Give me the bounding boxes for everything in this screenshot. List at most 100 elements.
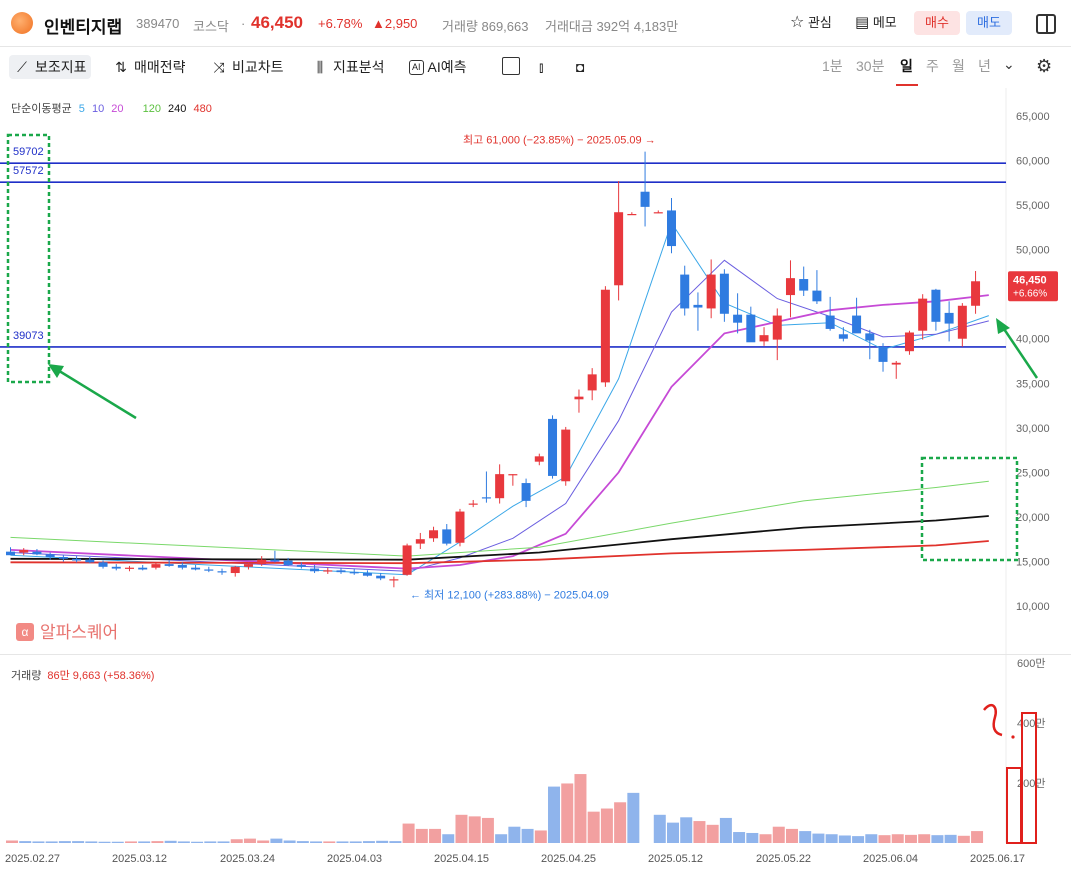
volume-bar xyxy=(534,830,547,843)
period-day[interactable]: 일 xyxy=(900,56,913,76)
indicators-button[interactable]: ⟋ 보조지표 xyxy=(9,55,91,79)
candle-body xyxy=(230,566,240,574)
candle-body xyxy=(296,565,306,567)
candle-body xyxy=(72,558,82,561)
volume-bar xyxy=(45,841,58,843)
volume-bar xyxy=(402,823,415,843)
candle-body xyxy=(191,567,201,570)
last-price-pct: +6.66% xyxy=(1013,288,1047,299)
period-1min[interactable]: 1분 xyxy=(822,56,843,76)
volume-bar xyxy=(58,841,71,843)
volume-bar xyxy=(548,786,561,843)
volume-bar xyxy=(429,828,442,843)
volume-bar xyxy=(230,839,243,843)
volume-bar xyxy=(217,841,230,843)
volume-bar xyxy=(891,834,904,843)
period-week[interactable]: 주 xyxy=(926,56,939,76)
candle-body xyxy=(415,539,425,544)
volume-bar xyxy=(310,841,323,843)
candle-body xyxy=(574,396,584,400)
candle-body xyxy=(746,314,756,343)
price-chart[interactable]: 65,00060,00055,00050,00045,00040,00035,0… xyxy=(0,88,1071,654)
volume-bar xyxy=(362,841,375,843)
watch-button[interactable]: ☆ 관심 xyxy=(790,12,832,32)
volume-bar xyxy=(785,828,798,843)
volume-bar xyxy=(957,835,970,843)
gear-icon[interactable]: ⚙ xyxy=(1036,56,1052,77)
x-axis-label: 2025.04.25 xyxy=(541,853,596,865)
volume-bar xyxy=(812,833,825,843)
change-percent: +6.78% xyxy=(318,16,363,31)
volume-bar xyxy=(878,835,891,843)
y-tick-label: 50,000 xyxy=(1016,245,1050,257)
volume-bar xyxy=(706,824,719,843)
candle-body xyxy=(944,312,954,324)
candle-body xyxy=(283,560,293,566)
candle-type-icon[interactable]: ⫾ xyxy=(539,55,543,79)
volume-bar xyxy=(865,834,878,843)
volume-bar xyxy=(799,831,812,843)
candle-body xyxy=(587,374,597,391)
stock-code: 389470 xyxy=(136,16,180,31)
memo-button[interactable]: ▤ 메모 xyxy=(855,12,897,31)
volume-bar xyxy=(204,841,217,843)
candle-body xyxy=(957,305,967,339)
buy-button[interactable]: 매수 xyxy=(914,11,960,35)
selected-period-underline xyxy=(896,84,918,86)
square-draw-icon[interactable] xyxy=(502,57,520,75)
compare-button[interactable]: ⤨ 비교차트 xyxy=(210,55,283,79)
candle-body xyxy=(508,474,518,476)
sell-button[interactable]: 매도 xyxy=(966,11,1012,35)
candle-body xyxy=(402,545,412,575)
volume-bar xyxy=(6,840,18,843)
volume-bar xyxy=(98,841,111,843)
candle-body xyxy=(204,569,214,571)
volume-bar xyxy=(759,834,772,843)
candle-body xyxy=(376,575,386,579)
candle-body xyxy=(825,315,835,329)
candle-body xyxy=(310,568,320,572)
analysis-button[interactable]: ⫼ 지표분석 xyxy=(311,55,385,79)
candle-body xyxy=(772,315,782,340)
y-tick-label: 35,000 xyxy=(1016,378,1050,390)
volume-bar xyxy=(561,783,574,843)
candle-body xyxy=(468,503,478,505)
candle-body xyxy=(904,332,914,352)
candle-body xyxy=(495,474,505,499)
star-icon: ☆ xyxy=(790,14,805,31)
camera-icon[interactable]: ◘ xyxy=(576,55,584,79)
x-axis-label: 2025.04.03 xyxy=(327,853,382,865)
period-chevron-down-icon[interactable]: ⌄ xyxy=(1003,56,1015,73)
y-tick-label: 30,000 xyxy=(1016,423,1050,435)
x-axis-label: 2025.05.12 xyxy=(648,853,703,865)
candle-body xyxy=(838,334,848,339)
candle-body xyxy=(270,559,280,562)
x-axis-label: 2025.06.04 xyxy=(863,853,918,865)
period-year[interactable]: 년 xyxy=(978,56,991,76)
volume-bar xyxy=(971,831,984,843)
candle-body xyxy=(349,572,359,574)
strategy-label: 매매전략 xyxy=(134,59,186,75)
volume-bar xyxy=(852,836,865,843)
strategy-button[interactable]: ⇅ 매매전략 xyxy=(112,55,186,79)
green-arrowhead xyxy=(996,318,1010,334)
candle-body xyxy=(627,214,637,216)
y-tick-label: 65,000 xyxy=(1016,111,1050,123)
separator-dot: · xyxy=(241,16,246,31)
candle-body xyxy=(481,497,491,499)
volume-chart[interactable]: 600만400만200만2025.02.27 2025.03.12 2025.03.… xyxy=(0,655,1071,876)
period-30min[interactable]: 30분 xyxy=(856,56,884,76)
side-panel-icon[interactable] xyxy=(1036,14,1056,34)
candle-body xyxy=(257,559,267,565)
volume-bar xyxy=(177,841,190,843)
candle-body xyxy=(521,483,531,501)
candle-body xyxy=(614,212,624,286)
volume-bar xyxy=(904,834,917,843)
volume-bar xyxy=(495,834,508,843)
period-month[interactable]: 월 xyxy=(952,56,965,76)
ai-chip-icon: AI xyxy=(409,60,424,75)
candle-body xyxy=(164,564,174,566)
ai-predict-button[interactable]: AI AI예측 xyxy=(409,55,467,79)
candle-body xyxy=(177,565,187,568)
volume-bar xyxy=(85,841,98,843)
